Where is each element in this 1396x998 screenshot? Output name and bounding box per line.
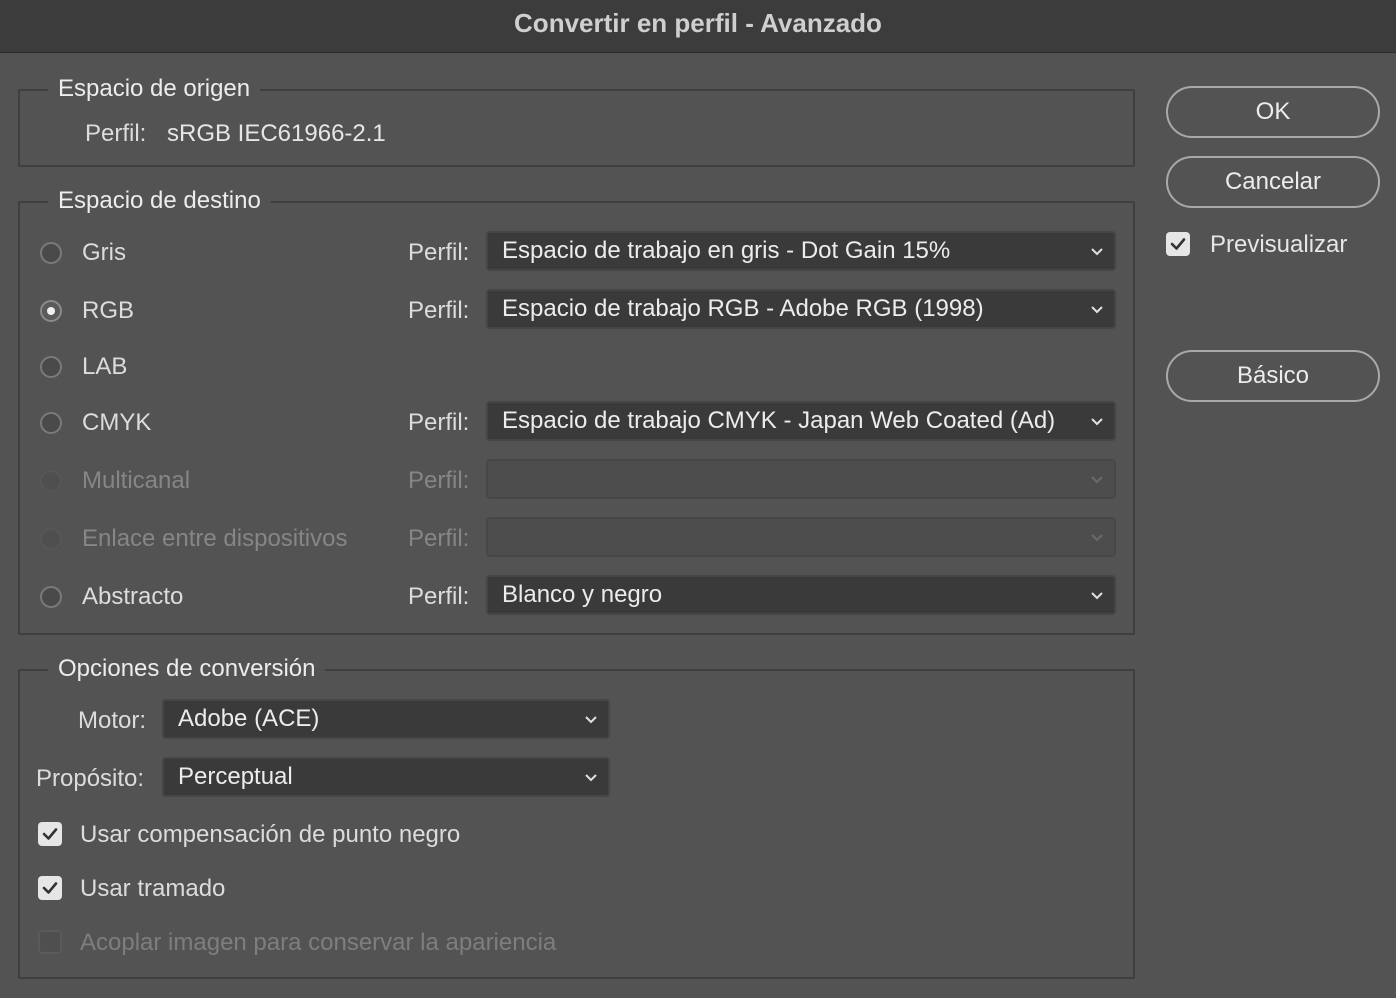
cancel-button[interactable]: Cancelar (1166, 156, 1380, 208)
radio-abstracto[interactable] (40, 586, 62, 608)
multicanal-profile-select (486, 459, 1116, 499)
preview-label[interactable]: Previsualizar (1210, 231, 1347, 259)
dither-label[interactable]: Usar tramado (80, 875, 225, 903)
gris-profile-select[interactable]: Espacio de trabajo en gris - Dot Gain 15… (486, 231, 1116, 271)
rgb-profile-value: Espacio de trabajo RGB - Adobe RGB (1998… (502, 295, 984, 322)
checkmark-icon (1170, 238, 1186, 250)
preview-checkbox[interactable] (1166, 232, 1190, 256)
destination-space-group: Espacio de destino Gris Perfil: Espacio … (18, 187, 1135, 635)
rgb-profile-select[interactable]: Espacio de trabajo RGB - Adobe RGB (1998… (486, 289, 1116, 329)
chevron-down-icon (1088, 528, 1106, 546)
cmyk-profile-value: Espacio de trabajo CMYK - Japan Web Coat… (502, 407, 1056, 434)
radio-enlace-dispositivos (40, 528, 62, 550)
enlace-profile-label: Perfil: (408, 525, 470, 552)
radio-multicanal (40, 470, 62, 492)
window-title: Convertir en perfil - Avanzado (0, 0, 1396, 53)
intent-value: Perceptual (178, 763, 293, 790)
radio-gris-label[interactable]: Gris (82, 239, 126, 267)
conversion-options-group: Opciones de conversión Motor: Adobe (ACE… (18, 655, 1135, 979)
enlace-profile-select (486, 517, 1116, 557)
radio-rgb[interactable] (40, 300, 62, 322)
radio-cmyk[interactable] (40, 412, 62, 434)
chevron-down-icon (1088, 300, 1106, 318)
abstracto-profile-select[interactable]: Blanco y negro (486, 575, 1116, 615)
source-profile-value: sRGB IEC61966-2.1 (167, 120, 386, 147)
radio-cmyk-label[interactable]: CMYK (82, 409, 151, 437)
radio-rgb-label[interactable]: RGB (82, 297, 134, 325)
chevron-down-icon (1088, 412, 1106, 430)
source-space-group: Espacio de origen Perfil: sRGB IEC61966-… (18, 75, 1135, 167)
source-space-legend: Espacio de origen (48, 75, 261, 103)
radio-enlace-dispositivos-label: Enlace entre dispositivos (82, 525, 348, 552)
chevron-down-icon (1088, 242, 1106, 260)
black-point-checkbox[interactable] (38, 822, 62, 846)
black-point-label[interactable]: Usar compensación de punto negro (80, 821, 460, 849)
chevron-down-icon (582, 710, 600, 728)
chevron-down-icon (1088, 470, 1106, 488)
destination-space-legend: Espacio de destino (48, 187, 271, 215)
multicanal-profile-label: Perfil: (408, 467, 470, 494)
chevron-down-icon (582, 768, 600, 786)
radio-multicanal-label: Multicanal (82, 467, 191, 494)
cmyk-profile-label: Perfil: (408, 409, 470, 436)
radio-lab-label[interactable]: LAB (82, 353, 127, 381)
basic-button[interactable]: Básico (1166, 350, 1380, 402)
cmyk-profile-select[interactable]: Espacio de trabajo CMYK - Japan Web Coat… (486, 401, 1116, 441)
chevron-down-icon (1088, 586, 1106, 604)
gris-profile-value: Espacio de trabajo en gris - Dot Gain 15… (502, 237, 951, 264)
flatten-label: Acoplar imagen para conservar la aparien… (80, 929, 557, 956)
checkmark-icon (42, 882, 58, 894)
checkmark-icon (42, 828, 58, 840)
source-profile-label: Perfil: (85, 120, 147, 147)
dither-checkbox[interactable] (38, 876, 62, 900)
ok-button[interactable]: OK (1166, 86, 1380, 138)
abstracto-profile-label: Perfil: (408, 583, 470, 610)
engine-label: Motor: (78, 707, 147, 734)
flatten-checkbox (38, 930, 62, 954)
abstracto-profile-value: Blanco y negro (502, 581, 663, 608)
gris-profile-label: Perfil: (408, 239, 470, 266)
radio-gris[interactable] (40, 242, 62, 264)
engine-select[interactable]: Adobe (ACE) (162, 699, 610, 739)
engine-value: Adobe (ACE) (178, 705, 320, 732)
intent-select[interactable]: Perceptual (162, 757, 610, 797)
intent-label: Propósito: (36, 765, 145, 792)
radio-lab[interactable] (40, 356, 62, 378)
rgb-profile-label: Perfil: (408, 297, 470, 324)
radio-abstracto-label[interactable]: Abstracto (82, 583, 183, 611)
conversion-options-legend: Opciones de conversión (48, 655, 326, 683)
